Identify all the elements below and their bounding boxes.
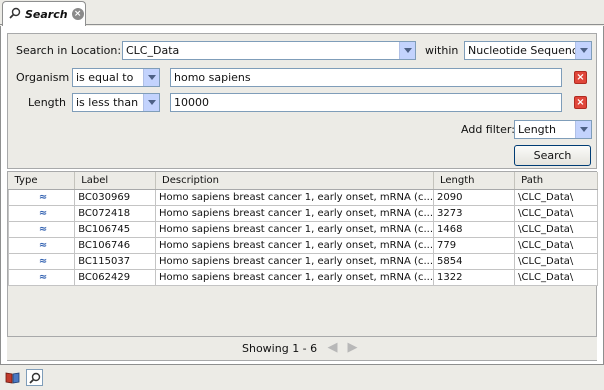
row-length: 1322 (432, 268, 516, 286)
location-select[interactable]: CLC_Data (122, 41, 416, 60)
row-length: 3273 (432, 204, 516, 222)
row-length: 779 (432, 236, 516, 254)
tab-strip: Search × (0, 0, 604, 26)
close-icon[interactable]: × (71, 8, 84, 20)
row-label: BC115037 (74, 252, 157, 270)
nucleotide-sequence-icon: ≈ (7, 220, 76, 238)
row-description: Homo sapiens breast cancer 1, early onse… (155, 188, 434, 206)
add-filter-value: Length (518, 123, 556, 136)
chevron-down-icon (575, 42, 591, 59)
arrow-left-icon[interactable]: ◀ (325, 341, 340, 355)
table-row[interactable]: ≈ BC062429 Homo sapiens breast cancer 1,… (7, 268, 598, 286)
remove-organism-filter-button[interactable]: × (574, 71, 587, 84)
row-label: BC106745 (74, 220, 157, 238)
filter-field-organism: Organism (16, 71, 70, 84)
row-description: Homo sapiens breast cancer 1, early onse… (155, 220, 434, 238)
table-row[interactable]: ≈ BC115037 Homo sapiens breast cancer 1,… (7, 252, 598, 270)
chevron-down-icon (143, 94, 159, 111)
column-header-description[interactable]: Description (155, 172, 434, 190)
row-label: BC072418 (74, 204, 157, 222)
within-select[interactable]: Nucleotide Sequence (464, 41, 592, 60)
search-view-icon[interactable] (26, 369, 43, 386)
search-panel: Search in Location: CLC_Data within Nucl… (0, 26, 604, 364)
row-label: BC106746 (74, 236, 157, 254)
remove-length-filter-button[interactable]: × (574, 96, 587, 109)
organism-operator-select[interactable]: is equal to (72, 68, 160, 87)
row-path: \CLC_Data\ (514, 236, 598, 254)
results-status-bar: Showing 1 - 6 ◀ ▶ (7, 336, 597, 360)
search-form: Search in Location: CLC_Data within Nucl… (7, 33, 597, 169)
length-operator-value: is less than (76, 96, 139, 109)
row-description: Homo sapiens breast cancer 1, early onse… (155, 268, 434, 286)
within-label: within (425, 44, 459, 57)
nucleotide-sequence-icon: ≈ (7, 252, 76, 270)
row-path: \CLC_Data\ (514, 188, 598, 206)
row-path: \CLC_Data\ (514, 268, 598, 286)
row-description: Homo sapiens breast cancer 1, early onse… (155, 204, 434, 222)
row-length: 5854 (432, 252, 516, 270)
nucleotide-sequence-icon: ≈ (7, 188, 76, 206)
row-length: 2090 (432, 188, 516, 206)
search-button[interactable]: Search (514, 145, 591, 166)
table-row[interactable]: ≈ BC106745 Homo sapiens breast cancer 1,… (7, 220, 598, 238)
column-header-type[interactable]: Type (8, 172, 76, 190)
row-length: 1468 (432, 220, 516, 238)
table-header-row: Type Label Description Length Path (8, 172, 598, 190)
results-table: Type Label Description Length Path ≈ BC0… (7, 171, 598, 361)
column-header-label[interactable]: Label (74, 172, 157, 190)
row-path: \CLC_Data\ (514, 252, 598, 270)
location-label: Search in Location: (16, 44, 122, 57)
chevron-down-icon (575, 121, 591, 138)
length-value-input[interactable]: 10000 (170, 93, 562, 112)
add-filter-label: Add filter: (461, 123, 515, 136)
tab-title: Search (25, 7, 68, 21)
column-header-path[interactable]: Path (514, 172, 598, 190)
location-value: CLC_Data (126, 44, 180, 57)
row-label: BC062429 (74, 268, 157, 286)
table-row[interactable]: ≈ BC106746 Homo sapiens breast cancer 1,… (7, 236, 598, 254)
table-row[interactable]: ≈ BC030969 Homo sapiens breast cancer 1,… (7, 188, 598, 206)
chevron-down-icon (143, 69, 159, 86)
row-path: \CLC_Data\ (514, 204, 598, 222)
book-icon[interactable] (4, 369, 21, 386)
nucleotide-sequence-icon: ≈ (7, 268, 76, 286)
organism-operator-value: is equal to (76, 71, 134, 84)
column-header-length[interactable]: Length (433, 172, 516, 190)
within-value: Nucleotide Sequence (468, 44, 585, 57)
row-path: \CLC_Data\ (514, 220, 598, 238)
chevron-down-icon (399, 42, 415, 59)
organism-value-input[interactable]: homo sapiens (170, 68, 562, 87)
nucleotide-sequence-icon: ≈ (7, 236, 76, 254)
add-filter-select[interactable]: Length (514, 120, 592, 139)
row-label: BC030969 (74, 188, 157, 206)
filter-field-length: Length (28, 96, 66, 109)
row-description: Homo sapiens breast cancer 1, early onse… (155, 252, 434, 270)
tab-search[interactable]: Search × (2, 1, 86, 26)
bottom-toolbar (0, 364, 604, 390)
table-row[interactable]: ≈ BC072418 Homo sapiens breast cancer 1,… (7, 204, 598, 222)
row-description: Homo sapiens breast cancer 1, early onse… (155, 236, 434, 254)
showing-count: Showing 1 - 6 (242, 342, 318, 355)
arrow-right-icon[interactable]: ▶ (345, 341, 360, 355)
magnifier-icon (9, 7, 21, 22)
length-operator-select[interactable]: is less than (72, 93, 160, 112)
nucleotide-sequence-icon: ≈ (7, 204, 76, 222)
